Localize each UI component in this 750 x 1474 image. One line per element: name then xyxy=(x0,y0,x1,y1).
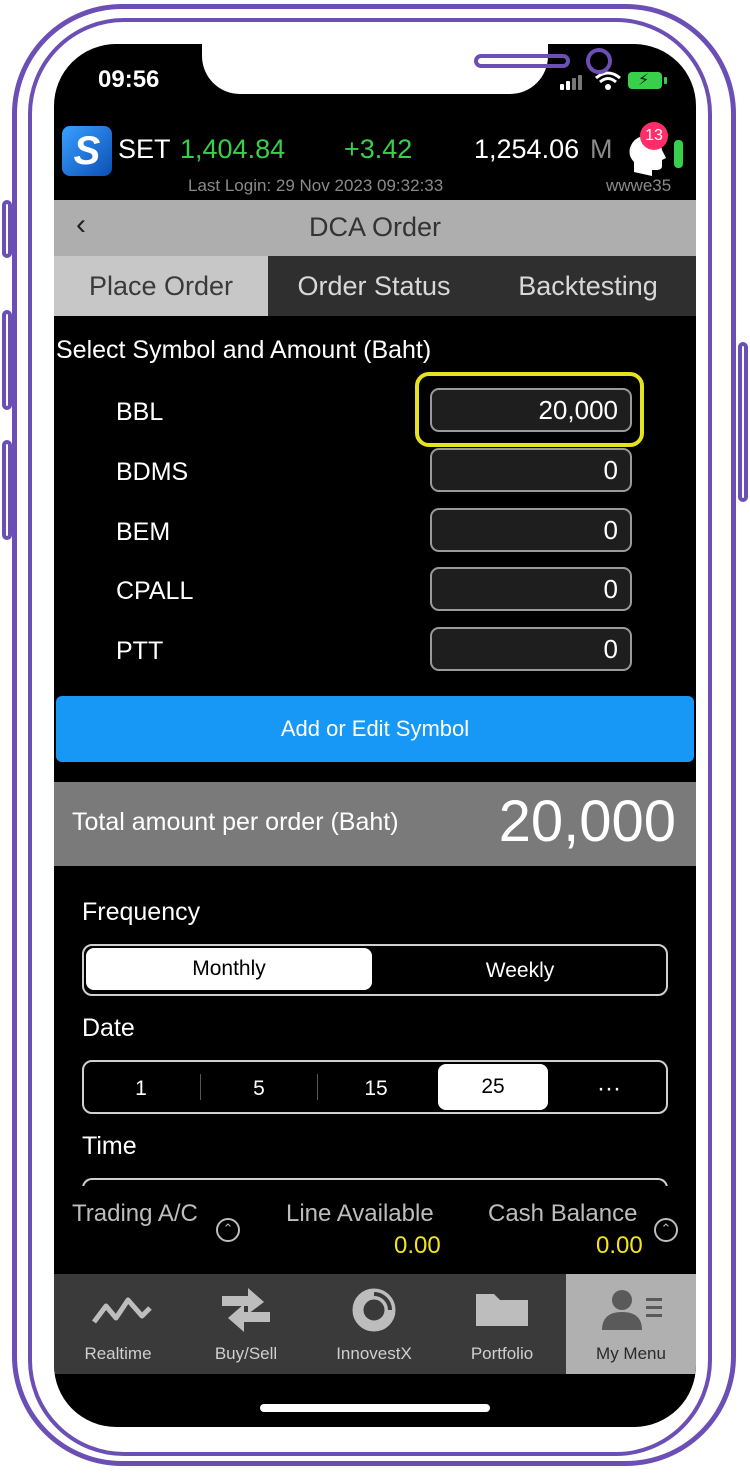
amount-input-cpall[interactable]: 0 xyxy=(430,567,632,611)
chevron-up-icon[interactable]: ⌃ xyxy=(216,1218,240,1242)
status-time: 09:56 xyxy=(98,66,160,93)
nav-label: My Menu xyxy=(596,1344,666,1363)
more-options-icon[interactable]: ··· xyxy=(552,1066,666,1112)
app-logo-icon[interactable]: S xyxy=(62,126,112,176)
date-option-15[interactable]: 15 xyxy=(318,1066,434,1112)
total-amount-label: Total amount per order (Baht) xyxy=(72,808,399,836)
total-amount-bar: Total amount per order (Baht) 20,000 xyxy=(54,782,696,866)
date-option-25[interactable]: 25 xyxy=(438,1064,548,1110)
symbol-label-bdms: BDMS xyxy=(116,458,189,486)
signal-icon xyxy=(560,72,584,90)
user-id: wwwe35 xyxy=(606,176,672,195)
user-menu-icon xyxy=(602,1290,662,1330)
last-login-text: Last Login: 29 Nov 2023 09:32:33 xyxy=(188,176,444,195)
battery-icon: ⚡ xyxy=(628,72,667,89)
tab-order-status[interactable]: Order Status xyxy=(268,256,480,316)
chart-line-icon xyxy=(92,1297,152,1324)
highlight-box xyxy=(415,372,644,447)
nav-innovestx[interactable]: InnovestX xyxy=(310,1274,438,1374)
notch xyxy=(202,44,612,94)
frequency-segmented-control: Monthly Weekly xyxy=(82,944,668,996)
header-bar: ‹ DCA Order xyxy=(54,200,696,256)
section-label: Select Symbol and Amount (Baht) xyxy=(56,336,432,364)
market-volume: 1,254.06 xyxy=(474,134,580,164)
index-change: +3.42 xyxy=(344,134,413,164)
tab-bar: Place Order Order Status Backtesting xyxy=(54,256,696,316)
trading-account-label[interactable]: Trading A/C xyxy=(72,1200,198,1228)
amount-input-bem[interactable]: 0 xyxy=(430,508,632,552)
total-amount-value: 20,000 xyxy=(498,789,676,854)
date-option-5[interactable]: 5 xyxy=(201,1066,317,1112)
line-available-value: 0.00 xyxy=(394,1232,441,1259)
nav-label: Portfolio xyxy=(470,1344,534,1363)
frequency-option-monthly[interactable]: Monthly xyxy=(86,948,372,990)
symbol-label-ptt: PTT xyxy=(116,637,164,665)
index-name: SET xyxy=(118,134,171,164)
frequency-label: Frequency xyxy=(82,898,201,926)
amount-input-ptt[interactable]: 0 xyxy=(430,627,632,671)
nav-my-menu[interactable]: My Menu xyxy=(566,1274,696,1374)
time-label: Time xyxy=(82,1132,137,1160)
date-option-1[interactable]: 1 xyxy=(84,1066,198,1112)
folder-icon xyxy=(476,1294,528,1326)
camera-icon xyxy=(586,48,612,74)
speaker-grille xyxy=(474,54,570,68)
symbol-label-cpall: CPALL xyxy=(116,577,194,605)
symbol-label-bem: BEM xyxy=(116,518,171,546)
tab-place-order[interactable]: Place Order xyxy=(54,256,268,316)
nav-portfolio[interactable]: Portfolio xyxy=(438,1274,566,1374)
nav-buy-sell[interactable]: Buy/Sell xyxy=(182,1274,310,1374)
index-value: 1,404.84 xyxy=(180,134,286,164)
arrows-swap-icon xyxy=(222,1288,270,1332)
home-indicator[interactable] xyxy=(260,1404,490,1412)
chevron-up-icon[interactable]: ⌃ xyxy=(654,1218,678,1242)
volume-unit: M xyxy=(590,134,613,164)
amount-input-bdms[interactable]: 0 xyxy=(430,448,632,492)
side-button-left-3 xyxy=(2,440,12,540)
nav-realtime[interactable]: Realtime xyxy=(54,1274,182,1374)
bottom-nav: Realtime Buy/Sell InnovestX Portfolio My… xyxy=(54,1274,696,1374)
connection-indicator xyxy=(674,140,683,168)
phone-screen: 09:56 ⚡ S SET 1,404.84 +3.42 1,254.06 M … xyxy=(54,44,696,1427)
date-segmented-control: 1 5 15 25 ··· xyxy=(82,1060,668,1114)
add-edit-symbol-button[interactable]: Add or Edit Symbol xyxy=(56,696,694,762)
side-button-left-2 xyxy=(2,310,12,410)
side-button-left-1 xyxy=(2,200,12,258)
notification-badge: 13 xyxy=(640,122,668,150)
tab-backtesting[interactable]: Backtesting xyxy=(480,256,696,316)
frequency-option-weekly[interactable]: Weekly xyxy=(374,948,666,994)
market-ticker: S SET 1,404.84 +3.42 1,254.06 M 13 Last … xyxy=(54,122,696,198)
account-summary-bar: Trading A/C ⌃ Line Available 0.00 Cash B… xyxy=(54,1186,696,1274)
cash-balance-label: Cash Balance xyxy=(488,1200,638,1227)
side-button-right xyxy=(738,342,748,502)
nav-label: Buy/Sell xyxy=(214,1344,278,1363)
date-label: Date xyxy=(82,1014,135,1042)
page-title: DCA Order xyxy=(308,212,442,242)
line-available-label: Line Available xyxy=(286,1200,434,1227)
cash-balance-value: 0.00 xyxy=(596,1232,643,1259)
symbol-label-bbl: BBL xyxy=(116,398,164,426)
nav-label: Realtime xyxy=(84,1344,152,1363)
nav-label: InnovestX xyxy=(336,1344,412,1363)
donut-icon xyxy=(352,1288,396,1332)
